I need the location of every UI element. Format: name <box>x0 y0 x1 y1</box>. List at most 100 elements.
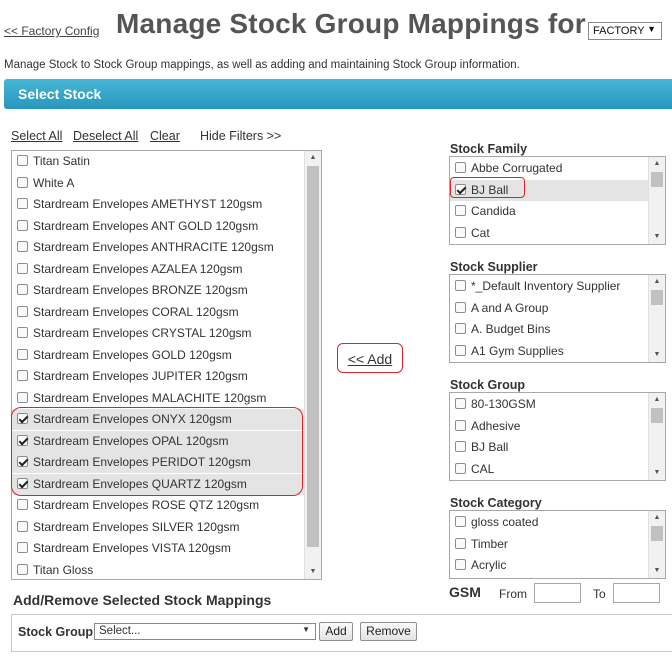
scroll-up-icon[interactable]: ▲ <box>649 393 665 407</box>
checkbox[interactable] <box>455 344 466 356</box>
gsm-from-input[interactable] <box>534 583 581 603</box>
scrollbar-thumb[interactable] <box>651 172 663 187</box>
stock-list-item[interactable]: Titan Satin <box>12 151 305 172</box>
checkbox[interactable] <box>455 205 466 216</box>
checkbox[interactable] <box>17 391 28 403</box>
add-mapping-button[interactable]: Add <box>319 622 353 641</box>
checkbox[interactable] <box>455 441 466 452</box>
checkbox[interactable] <box>455 226 466 238</box>
stock-list-item[interactable]: Titan Gloss <box>12 560 305 580</box>
stock-list-item[interactable]: Stardream Envelopes CORAL 120gsm <box>12 302 305 323</box>
stock-list-item-label: Stardream Envelopes AMETHYST 120gsm <box>33 197 263 211</box>
scroll-down-icon[interactable]: ▼ <box>649 348 665 362</box>
checkbox[interactable] <box>455 398 466 409</box>
checkbox[interactable] <box>17 176 28 188</box>
stock-group-item[interactable]: BJ Ball <box>450 437 648 458</box>
stock-category-item[interactable]: Acrylic <box>450 555 648 576</box>
scroll-up-icon[interactable]: ▲ <box>649 275 665 289</box>
stock-category-scrollbar[interactable]: ▲ ▼ <box>648 511 665 578</box>
scroll-up-icon[interactable]: ▲ <box>649 157 665 171</box>
scrollbar-thumb[interactable] <box>651 408 663 423</box>
stock-family-list[interactable]: Cat Candida BJ Ball Abbe Corrugated ▲ ▼ <box>449 156 666 245</box>
factory-config-back-link[interactable]: << Factory Config <box>4 24 99 38</box>
checkbox[interactable] <box>17 499 28 510</box>
stock-family-item[interactable]: Candida <box>450 201 648 222</box>
stock-supplier-scrollbar[interactable]: ▲ ▼ <box>648 275 665 362</box>
checkbox[interactable] <box>17 262 28 274</box>
stock-supplier-item[interactable]: A. Budget Bins <box>450 319 648 340</box>
checkbox[interactable] <box>17 219 28 231</box>
stock-family-item[interactable]: Abbe Corrugated <box>450 158 648 179</box>
scrollbar-thumb[interactable] <box>307 166 319 547</box>
stock-group-item[interactable]: CAL <box>450 459 648 480</box>
stock-list-item[interactable]: Stardream Envelopes BRONZE 120gsm <box>12 280 305 301</box>
stock-list-item[interactable]: White A <box>12 173 305 194</box>
stock-group-item[interactable]: 80-130GSM <box>450 394 648 415</box>
deselect-all-link[interactable]: Deselect All <box>73 129 138 143</box>
stock-supplier-item[interactable]: A and A Group <box>450 298 648 319</box>
stock-list-item[interactable]: Stardream Envelopes ROSE QTZ 120gsm <box>12 495 305 516</box>
checkbox[interactable] <box>17 542 28 553</box>
checkbox[interactable] <box>455 419 466 431</box>
select-all-link[interactable]: Select All <box>11 129 62 143</box>
scroll-up-icon[interactable]: ▲ <box>649 511 665 525</box>
checkbox[interactable] <box>455 462 466 474</box>
stock-category-list[interactable]: Acrylic Timber gloss coated ▲ ▼ <box>449 510 666 579</box>
stock-list-item[interactable]: Stardream Envelopes AZALEA 120gsm <box>12 259 305 280</box>
stock-group-scrollbar[interactable]: ▲ ▼ <box>648 393 665 480</box>
checkbox[interactable] <box>17 563 28 575</box>
stock-list-item[interactable]: Stardream Envelopes CRYSTAL 120gsm <box>12 323 305 344</box>
checkbox[interactable] <box>455 162 466 173</box>
stock-group-select[interactable]: Select... ▼ <box>94 623 316 640</box>
checkbox[interactable] <box>17 241 28 252</box>
scroll-down-icon[interactable]: ▼ <box>305 565 321 579</box>
stock-list-item[interactable]: Stardream Envelopes VISTA 120gsm <box>12 538 305 559</box>
stock-list-scrollbar[interactable]: ▲ ▼ <box>304 151 321 579</box>
clear-link[interactable]: Clear <box>150 129 180 143</box>
stock-category-item[interactable]: gloss coated <box>450 512 648 533</box>
checkbox[interactable] <box>17 348 28 360</box>
add-to-list-button[interactable]: << Add <box>337 343 403 373</box>
stock-list-item[interactable]: Stardream Envelopes JUPITER 120gsm <box>12 366 305 387</box>
checkbox[interactable] <box>17 198 28 209</box>
stock-family-item[interactable]: Cat <box>450 223 648 244</box>
stock-group-item[interactable]: Adhesive <box>450 416 648 437</box>
checkbox[interactable] <box>17 284 28 295</box>
remove-mapping-button[interactable]: Remove <box>360 622 417 641</box>
scroll-up-icon[interactable]: ▲ <box>305 151 321 165</box>
stock-supplier-item[interactable]: *_Default Inventory Supplier <box>450 276 648 297</box>
stock-list-item[interactable]: Stardream Envelopes MALACHITE 120gsm <box>12 388 305 409</box>
stock-supplier-item[interactable]: A1 Gym Supplies <box>450 341 648 362</box>
checkbox[interactable] <box>17 327 28 338</box>
checkbox[interactable] <box>455 280 466 291</box>
stock-list-item[interactable]: Stardream Envelopes SILVER 120gsm <box>12 517 305 538</box>
checkbox[interactable] <box>455 516 466 527</box>
checkbox[interactable] <box>17 305 28 317</box>
stock-group-filter-list[interactable]: CAL BJ Ball Adhesive 80-130GSM ▲ ▼ <box>449 392 666 481</box>
stock-list-item[interactable]: Stardream Envelopes AMETHYST 120gsm <box>12 194 305 215</box>
checkbox[interactable] <box>17 370 28 381</box>
add-link-label[interactable]: << Add <box>348 351 392 367</box>
checkbox[interactable] <box>17 155 28 166</box>
checkbox[interactable] <box>455 537 466 549</box>
scroll-down-icon[interactable]: ▼ <box>649 564 665 578</box>
scroll-down-icon[interactable]: ▼ <box>649 230 665 244</box>
scrollbar-thumb[interactable] <box>651 290 663 305</box>
stock-family-scrollbar[interactable]: ▲ ▼ <box>648 157 665 244</box>
factory-select[interactable]: FACTORY ▼ <box>588 22 662 40</box>
selected-stock-highlight <box>11 407 303 496</box>
scroll-down-icon[interactable]: ▼ <box>649 466 665 480</box>
stock-list-item[interactable]: Stardream Envelopes ANT GOLD 120gsm <box>12 216 305 237</box>
checkbox[interactable] <box>455 301 466 313</box>
stock-list-item[interactable]: Stardream Envelopes GOLD 120gsm <box>12 345 305 366</box>
hide-filters-link[interactable]: Hide Filters >> <box>200 129 281 143</box>
checkbox[interactable] <box>455 559 466 570</box>
stock-list-item[interactable]: Stardream Envelopes ANTHRACITE 120gsm <box>12 237 305 258</box>
stock-category-item[interactable]: Timber <box>450 534 648 555</box>
gsm-to-input[interactable] <box>613 583 660 603</box>
checkbox[interactable] <box>17 520 28 532</box>
stock-supplier-list[interactable]: A1 Gym Supplies A. Budget Bins A and A Gro… <box>449 274 666 363</box>
stock-list[interactable]: Titan Gloss Stardream Envelopes VISTA 120… <box>11 150 322 580</box>
checkbox[interactable] <box>455 323 466 334</box>
scrollbar-thumb[interactable] <box>651 526 663 541</box>
